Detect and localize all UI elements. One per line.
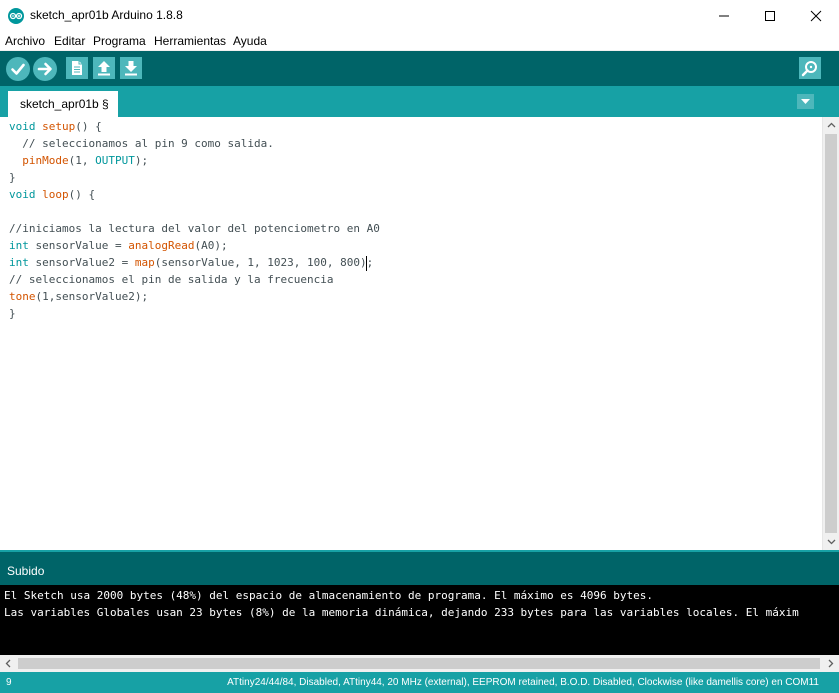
scroll-left-button[interactable] bbox=[0, 655, 17, 672]
window-title: sketch_apr01b Arduino 1.8.8 bbox=[30, 8, 183, 22]
save-button[interactable] bbox=[120, 57, 142, 79]
scroll-thumb[interactable] bbox=[18, 658, 820, 669]
chevron-left-icon bbox=[5, 659, 11, 668]
title-bar: sketch_apr01b Arduino 1.8.8 bbox=[0, 0, 839, 31]
code-line: void loop() { bbox=[9, 188, 96, 201]
scroll-down-button[interactable] bbox=[823, 533, 839, 550]
code-line: int sensorValue2 = map(sensorValue, 1, 1… bbox=[9, 256, 374, 269]
code-line: //iniciamos la lectura del valor del pot… bbox=[9, 222, 380, 235]
text-cursor bbox=[366, 256, 367, 271]
open-button[interactable] bbox=[93, 57, 115, 79]
editor-vertical-scrollbar[interactable] bbox=[822, 117, 839, 550]
toolbar bbox=[0, 51, 839, 86]
scroll-thumb[interactable] bbox=[825, 134, 837, 533]
console-output[interactable]: El Sketch usa 2000 bytes (48%) del espac… bbox=[0, 585, 839, 655]
chevron-down-icon bbox=[827, 539, 836, 545]
chevron-down-icon bbox=[801, 99, 810, 104]
code-line: tone(1,sensorValue2); bbox=[9, 290, 149, 303]
console-header: Subido bbox=[0, 550, 839, 585]
code-editor[interactable]: void setup() { // seleccionamos al pin 9… bbox=[0, 117, 822, 550]
save-icon bbox=[125, 61, 137, 76]
console-line: Las variables Globales usan 23 bytes (8%… bbox=[4, 606, 799, 619]
board-info: ATtiny24/44/84, Disabled, ATtiny44, 20 M… bbox=[227, 677, 819, 688]
tab-menu-button[interactable] bbox=[797, 94, 814, 109]
new-icon bbox=[72, 61, 82, 75]
console-horizontal-scrollbar[interactable] bbox=[0, 655, 839, 672]
upload-icon bbox=[37, 62, 52, 76]
line-number: 9 bbox=[6, 677, 12, 688]
console-line: El Sketch usa 2000 bytes (48%) del espac… bbox=[4, 589, 654, 602]
arduino-logo-icon bbox=[8, 8, 24, 24]
menu-editar[interactable]: Editar bbox=[54, 34, 85, 48]
menu-archivo[interactable]: Archivo bbox=[5, 34, 45, 48]
chevron-up-icon bbox=[827, 122, 836, 128]
menu-programa[interactable]: Programa bbox=[93, 34, 146, 48]
console-status: Subido bbox=[7, 564, 45, 578]
chevron-right-icon bbox=[828, 659, 834, 668]
code-line: void setup() { bbox=[9, 120, 102, 133]
status-bar: 9 ATtiny24/44/84, Disabled, ATtiny44, 20… bbox=[0, 672, 839, 693]
minimize-button[interactable] bbox=[701, 0, 747, 31]
new-button[interactable] bbox=[66, 57, 88, 79]
code-line: } bbox=[9, 307, 16, 320]
maximize-button[interactable] bbox=[747, 0, 793, 31]
code-line: int sensorValue = analogRead(A0); bbox=[9, 239, 228, 252]
menu-herramientas[interactable]: Herramientas bbox=[154, 34, 226, 48]
verify-button[interactable] bbox=[6, 57, 30, 81]
tab-sketch[interactable]: sketch_apr01b § bbox=[8, 91, 118, 117]
code-line: pinMode(1, OUTPUT); bbox=[22, 154, 149, 167]
scroll-right-button[interactable] bbox=[822, 655, 839, 672]
upload-button[interactable] bbox=[33, 57, 57, 81]
code-line: // seleccionamos el pin de salida y la f… bbox=[9, 273, 334, 286]
verify-icon bbox=[11, 63, 25, 75]
menu-bar: Archivo Editar Programa Herramientas Ayu… bbox=[0, 31, 839, 51]
tab-bar: sketch_apr01b § bbox=[0, 86, 839, 117]
serial-monitor-button[interactable] bbox=[799, 57, 821, 79]
code-line: } bbox=[9, 171, 16, 184]
close-button[interactable] bbox=[793, 0, 839, 31]
menu-ayuda[interactable]: Ayuda bbox=[233, 34, 267, 48]
open-icon bbox=[98, 61, 110, 76]
scroll-up-button[interactable] bbox=[823, 117, 839, 134]
code-line: // seleccionamos al pin 9 como salida. bbox=[9, 137, 274, 150]
serial-monitor-icon bbox=[801, 61, 817, 77]
